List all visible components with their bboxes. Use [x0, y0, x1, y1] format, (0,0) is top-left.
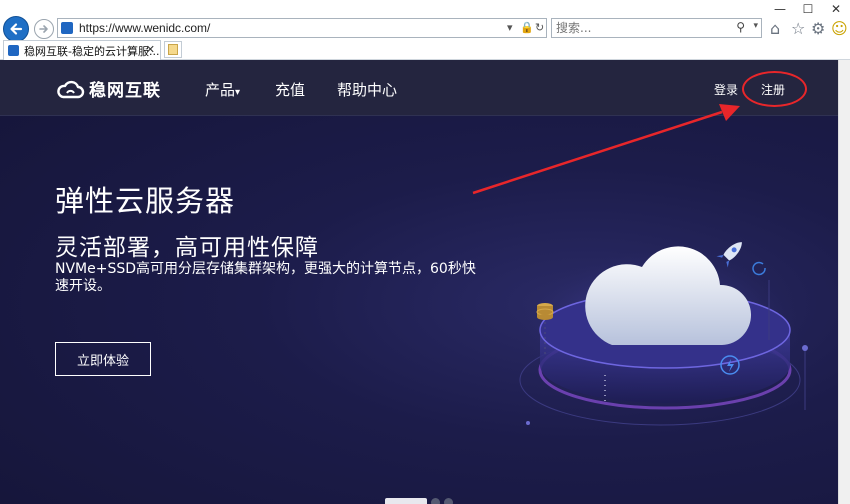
tab-bar: 稳网互联-稳定的云计算服... ✕: [0, 40, 850, 60]
nav-recharge[interactable]: 充值: [275, 79, 305, 100]
site-logo[interactable]: 稳网互联: [55, 76, 161, 101]
browser-chrome: — ☐ ✕ https://www.wenidc.com/ ▾ 🔒 ↻ ⚲ ▾ …: [0, 0, 850, 60]
close-tab-icon[interactable]: ✕: [146, 43, 155, 56]
dropdown-icon[interactable]: ▾: [507, 21, 513, 34]
carousel-dot[interactable]: [444, 498, 453, 504]
tab-active[interactable]: 稳网互联-稳定的云计算服... ✕: [3, 40, 161, 60]
caret-down-icon: ▾: [235, 87, 241, 98]
nav-products-label: 产品: [205, 81, 236, 99]
search-icon[interactable]: ⚲: [736, 20, 745, 34]
maximize-button[interactable]: ☐: [794, 0, 822, 18]
new-tab-button[interactable]: [164, 41, 182, 58]
logo-text: 稳网互联: [89, 81, 161, 101]
hero-title: 弹性云服务器: [55, 184, 236, 218]
cloud-logo-icon: [57, 80, 85, 98]
web-page: 稳网互联 产品▾ 充值 帮助中心 登录 注册 弹性云服务器 灵活部署，高可用性保…: [0, 60, 838, 504]
site-favicon: [61, 22, 73, 34]
login-link[interactable]: 登录: [714, 81, 738, 98]
arrow-left-icon: [10, 23, 23, 35]
search-bar[interactable]: ⚲ ▾: [551, 18, 762, 38]
window-controls: — ☐ ✕: [766, 0, 850, 18]
annotation-circle: [742, 71, 807, 107]
address-bar[interactable]: https://www.wenidc.com/ ▾ 🔒 ↻: [57, 18, 547, 38]
hero-subtitle: 灵活部署，高可用性保障: [55, 235, 319, 261]
smiley-icon[interactable]: ☺: [831, 19, 848, 38]
star-icon[interactable]: ☆: [791, 19, 805, 38]
url-text[interactable]: https://www.wenidc.com/: [79, 21, 210, 35]
carousel-indicators: [385, 498, 453, 504]
nav-help-center[interactable]: 帮助中心: [337, 79, 397, 100]
hero-description: NVMe+SSD高可用分层存储集群架构，更强大的计算节点，60秒快速开设。: [55, 261, 476, 294]
home-icon[interactable]: ⌂: [770, 19, 780, 38]
carousel-dot[interactable]: [431, 498, 440, 504]
arrow-right-icon: [39, 25, 48, 33]
back-button[interactable]: [3, 16, 29, 42]
tab-title: 稳网互联-稳定的云计算服...: [24, 45, 160, 58]
new-tab-icon: [168, 44, 178, 55]
search-input[interactable]: [556, 21, 706, 35]
nav-products[interactable]: 产品▾: [205, 79, 240, 100]
lock-icon[interactable]: 🔒: [520, 21, 534, 34]
page-scrollbar[interactable]: [838, 60, 850, 504]
try-now-button[interactable]: 立即体验: [55, 342, 151, 376]
close-window-button[interactable]: ✕: [822, 0, 850, 18]
carousel-dot-active[interactable]: [385, 498, 427, 504]
minimize-button[interactable]: —: [766, 0, 794, 18]
forward-button[interactable]: [34, 19, 54, 39]
refresh-icon[interactable]: ↻: [535, 21, 544, 34]
cloud-server-illustration: [519, 242, 808, 426]
site-navbar: 稳网互联 产品▾ 充值 帮助中心 登录 注册: [0, 60, 838, 116]
tab-favicon: [8, 45, 19, 56]
search-dropdown-icon[interactable]: ▾: [753, 21, 758, 31]
gear-icon[interactable]: ⚙: [811, 19, 825, 38]
